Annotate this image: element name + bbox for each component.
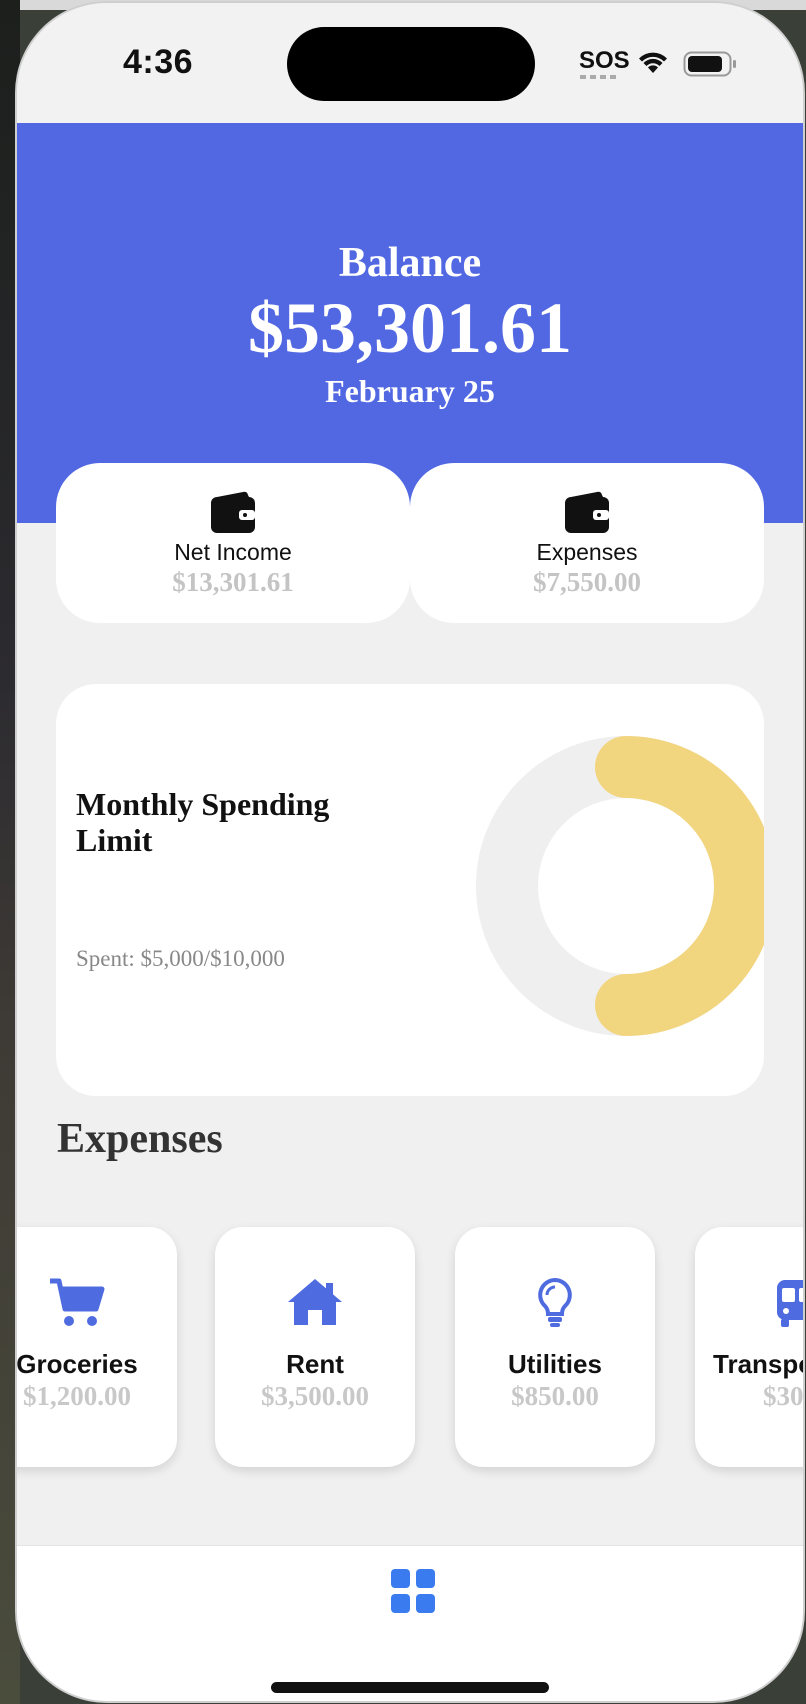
shopping-cart-icon [50, 1278, 105, 1326]
lightbulb-icon [538, 1277, 572, 1327]
dynamic-island [287, 27, 535, 101]
battery-icon [683, 51, 736, 77]
status-time: 4:36 [123, 43, 194, 81]
expense-card-utilities[interactable]: Utilities $850.00 [455, 1227, 655, 1467]
balance-date: February 25 [325, 373, 495, 409]
progress-ring-arc [595, 736, 764, 1036]
expense-card-rent[interactable]: Rent $3,500.00 [215, 1227, 415, 1467]
home-indicator [271, 1682, 549, 1693]
expense-value: $300 [763, 1381, 803, 1411]
tab-bar [17, 1545, 803, 1701]
bus-icon [777, 1280, 803, 1327]
balance-label: Balance [338, 240, 482, 286]
status-bar: 4:36 SOS [17, 3, 803, 123]
expense-label: Transpo [713, 1349, 803, 1379]
expenses-section-title: Expenses [57, 1116, 223, 1162]
expense-label: Utilities [508, 1349, 602, 1379]
balance-amount: $53,301.61 [248, 288, 572, 368]
spending-limit-spent: Spent: $5,000/$10,000 [76, 946, 285, 971]
sos-indicator: SOS [579, 47, 630, 74]
expense-card-groceries[interactable]: Groceries $1,200.00 [17, 1227, 177, 1467]
phone-screen: 4:36 SOS Balance $53,301.61 February 25 … [17, 3, 803, 1701]
wallet-icon [565, 491, 609, 533]
expense-value: $850.00 [511, 1381, 599, 1411]
net-income-label: Net Income [174, 539, 292, 565]
expenses-summary-label: Expenses [536, 539, 638, 565]
expense-value: $3,500.00 [261, 1381, 369, 1411]
signal-dots-icon [580, 75, 620, 79]
grid-icon[interactable] [391, 1569, 435, 1613]
net-income-card[interactable]: Net Income $13,301.61 [56, 463, 410, 623]
expense-label: Groceries [17, 1349, 138, 1379]
expense-value: $1,200.00 [23, 1381, 131, 1411]
expense-label: Rent [286, 1349, 344, 1379]
net-income-value: $13,301.61 [172, 567, 294, 597]
expense-card-transport[interactable]: Transpo $300 [695, 1227, 803, 1467]
wifi-icon [639, 52, 667, 73]
expenses-summary-value: $7,550.00 [533, 567, 641, 597]
wallet-icon [211, 491, 255, 533]
expenses-summary-card[interactable]: Expenses $7,550.00 [410, 463, 764, 623]
monthly-spending-limit-card[interactable]: Monthly Spending Limit Spent: $5,000/$10… [56, 684, 764, 1096]
house-icon [288, 1279, 342, 1325]
spending-progress-ring [476, 736, 764, 1036]
spending-limit-title: Monthly Spending Limit [76, 786, 330, 858]
